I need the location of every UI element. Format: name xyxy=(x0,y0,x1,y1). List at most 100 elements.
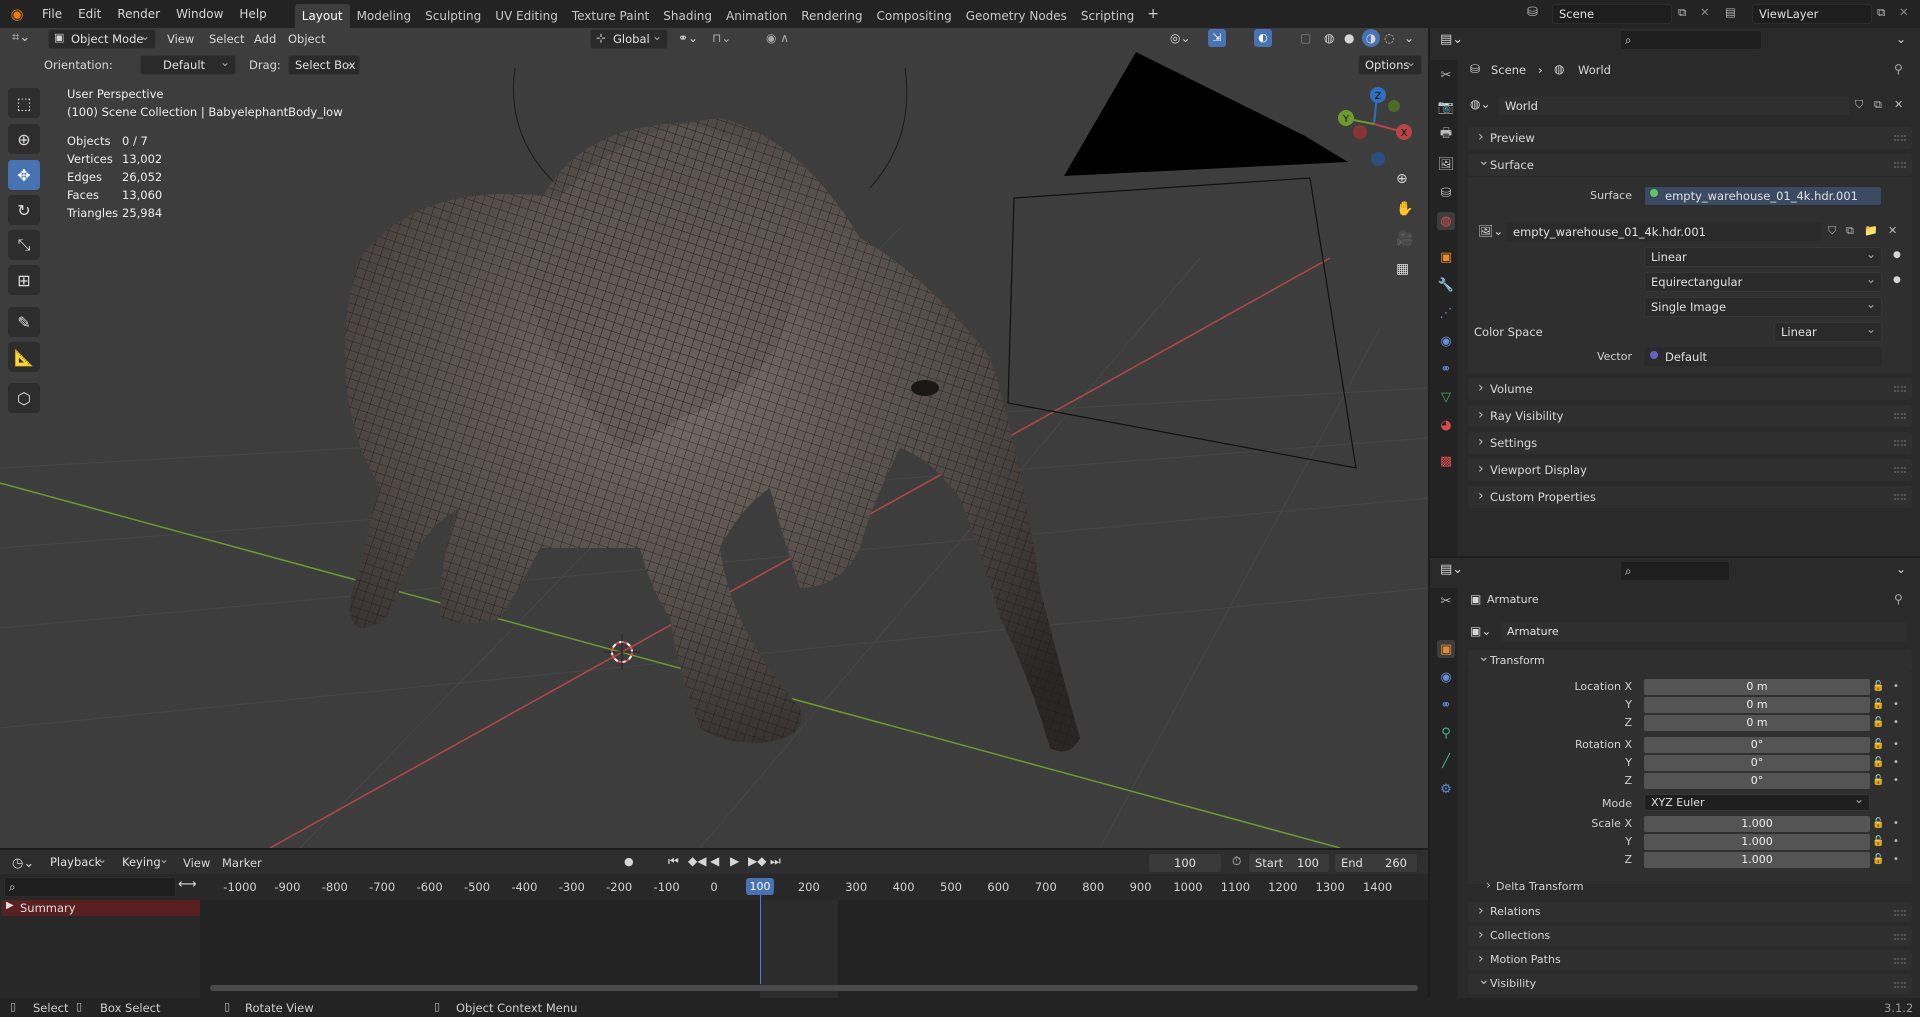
image-fake-user-icon[interactable]: ⛉ xyxy=(1828,224,1836,238)
scene-close-icon[interactable]: ✕ xyxy=(1700,5,1710,19)
proportional-edit-icon[interactable]: ◉ ∧ xyxy=(766,31,789,45)
physics2-tab-icon[interactable]: ◉ xyxy=(1437,668,1455,686)
world-tab-icon[interactable]: ◍ xyxy=(1437,212,1455,230)
view-menu[interactable]: View xyxy=(167,32,194,46)
image-type-icon[interactable]: 🖼⌄ xyxy=(1478,224,1503,238)
settings-panel[interactable]: Settings xyxy=(1468,431,1912,454)
object-menu[interactable]: Object xyxy=(288,32,325,46)
view-layer-selector[interactable]: ViewLayer xyxy=(1752,4,1872,24)
surface-shader-field[interactable]: empty_warehouse_01_4k.hdr.001 xyxy=(1644,186,1882,206)
editor-type-icon[interactable]: ⌗⌄ xyxy=(12,30,30,45)
scale-x-field[interactable]: 1.000 xyxy=(1644,816,1870,832)
lock-icon[interactable]: 🔓 xyxy=(1872,818,1884,829)
workspace-tab-sculpting[interactable]: Sculpting xyxy=(418,4,488,28)
options-dropdown[interactable]: Options xyxy=(1358,55,1422,75)
location-y-field[interactable]: 0 m xyxy=(1644,697,1870,713)
properties-editor-type-icon[interactable]: ▤⌄ xyxy=(1440,32,1463,47)
scene-tab-icon[interactable]: ⛁ xyxy=(1437,184,1455,202)
lock-icon[interactable]: 🔓 xyxy=(1872,775,1884,786)
summary-expand-icon[interactable]: ▶ xyxy=(6,900,14,911)
rotation-z-field[interactable]: 0° xyxy=(1644,773,1870,789)
xray-icon[interactable]: ▢ xyxy=(1300,31,1311,45)
world-type-icon[interactable]: ◍⌄ xyxy=(1470,97,1491,111)
world-copy-icon[interactable]: ⧉ xyxy=(1874,98,1882,112)
jump-end-icon[interactable]: ⏭ xyxy=(770,854,781,869)
add-menu[interactable]: Add xyxy=(254,32,276,46)
color-space-dropdown[interactable]: Linear xyxy=(1774,322,1882,342)
motion-paths-panel[interactable]: Motion Paths xyxy=(1468,949,1912,970)
source-dropdown[interactable]: Single Image xyxy=(1644,297,1882,317)
ortho-toggle-icon[interactable]: ▦ xyxy=(1396,261,1409,277)
keyframe-dot-icon[interactable]: • xyxy=(1893,717,1899,728)
blender-logo-icon[interactable]: ◉ xyxy=(0,5,34,23)
wireframe-shading-icon[interactable]: ◍ xyxy=(1324,31,1334,45)
bone-constraint-tab-icon[interactable]: ⚙ xyxy=(1437,780,1455,798)
lock-icon[interactable]: 🔓 xyxy=(1872,757,1884,768)
3d-viewport[interactable] xyxy=(0,28,1428,848)
keyframe-dot-icon[interactable]: • xyxy=(1893,699,1899,710)
bone-tab-icon[interactable]: ╱ xyxy=(1437,752,1455,770)
preview-panel[interactable]: Preview xyxy=(1468,126,1912,149)
location-z-field[interactable]: 0 m xyxy=(1644,715,1870,731)
keyframe-dot-icon[interactable]: • xyxy=(1893,854,1899,865)
camera-view-icon[interactable]: 🎥 xyxy=(1396,231,1413,247)
annotate-tool-icon[interactable]: ✎ xyxy=(8,307,40,337)
keyframe-dot-icon[interactable]: • xyxy=(1893,836,1899,847)
object-data-type-icon[interactable]: ▣⌄ xyxy=(1470,624,1491,638)
timeline-search-field[interactable]: ⌕ xyxy=(4,877,176,897)
view-layer-tab-icon[interactable]: 🖼 xyxy=(1437,155,1455,173)
shading-options-icon[interactable]: ⌄ xyxy=(1404,31,1414,45)
view-layer-close-icon[interactable]: ✕ xyxy=(1899,5,1909,19)
preview-range-icon[interactable]: ⏱ xyxy=(1232,854,1241,869)
lock-icon[interactable]: 🔓 xyxy=(1872,836,1884,847)
scale-z-field[interactable]: 1.000 xyxy=(1644,852,1870,868)
object-tab-icon[interactable]: ▣ xyxy=(1437,248,1455,266)
3d-cursor[interactable] xyxy=(604,634,640,670)
next-keyframe-icon[interactable]: ▶◆ xyxy=(748,854,766,868)
orientation-dropdown[interactable]: Default xyxy=(140,55,236,75)
viewport-display-panel[interactable]: Viewport Display xyxy=(1468,458,1912,481)
image-name-field[interactable]: empty_warehouse_01_4k.hdr.001 xyxy=(1506,222,1822,242)
select-box-tool-icon[interactable]: ⬚ xyxy=(8,88,40,118)
output-tab-icon[interactable]: 🖶 xyxy=(1437,126,1455,144)
playback-dropdown[interactable]: Playback xyxy=(44,853,112,873)
world-name-field[interactable]: World xyxy=(1498,96,1850,116)
world-unlink-icon[interactable]: ✕ xyxy=(1894,98,1903,111)
menu-edit[interactable]: Edit xyxy=(70,0,109,28)
lock-icon[interactable]: 🔓 xyxy=(1872,717,1884,728)
workspace-tab-texture-paint[interactable]: Texture Paint xyxy=(565,4,656,28)
object2-tab-icon[interactable]: ▣ xyxy=(1437,640,1455,658)
play-icon[interactable]: ▶ xyxy=(730,854,739,868)
relations-panel[interactable]: Relations xyxy=(1468,901,1912,922)
lock-icon[interactable]: 🔓 xyxy=(1872,854,1884,865)
material-tab-icon[interactable]: ◕ xyxy=(1437,416,1455,434)
constraints-tab-icon[interactable]: ⚭ xyxy=(1437,360,1455,378)
data-tab-icon[interactable]: ▽ xyxy=(1437,388,1455,406)
tool2-tab-icon[interactable]: ✂ xyxy=(1437,592,1455,610)
workspace-tab-scripting[interactable]: Scripting xyxy=(1074,4,1141,28)
pin2-icon[interactable]: ⚲ xyxy=(1894,592,1903,606)
cursor-tool-icon[interactable]: ⊕ xyxy=(8,124,40,154)
object-name-field[interactable]: Armature xyxy=(1500,622,1908,642)
rotation-x-field[interactable]: 0° xyxy=(1644,737,1870,753)
scene-icon[interactable]: ⛁ xyxy=(1527,5,1538,20)
overlay-toggle-icon[interactable]: ◐ xyxy=(1254,29,1272,47)
workspace-tab-modeling[interactable]: Modeling xyxy=(350,4,419,28)
custom-properties-panel[interactable]: Custom Properties xyxy=(1468,485,1912,508)
navigation-gizmo[interactable]: Z X Y xyxy=(1332,84,1416,170)
start-frame-field[interactable]: Start 100 xyxy=(1248,853,1330,873)
interpolation-dropdown[interactable]: Linear xyxy=(1644,247,1882,267)
timeline-scrollbar[interactable] xyxy=(210,985,1418,991)
timeline-view-menu[interactable]: View xyxy=(183,856,210,870)
select-menu[interactable]: Select xyxy=(209,32,244,46)
workspace-tab-layout[interactable]: Layout xyxy=(294,4,350,28)
workspace-tab-geometry-nodes[interactable]: Geometry Nodes xyxy=(959,4,1074,28)
rotate-tool-icon[interactable]: ↻ xyxy=(8,195,40,225)
keying-dropdown[interactable]: Keying xyxy=(116,853,174,873)
scene-selector[interactable]: Scene xyxy=(1552,4,1672,24)
properties2-search[interactable]: ⌕ xyxy=(1620,561,1730,581)
properties-menu-icon[interactable]: ⌄ xyxy=(1896,32,1906,46)
playhead-label[interactable]: 100 xyxy=(746,878,774,895)
camera-object[interactable] xyxy=(1007,52,1357,469)
current-frame-field[interactable]: 100 xyxy=(1148,853,1222,873)
